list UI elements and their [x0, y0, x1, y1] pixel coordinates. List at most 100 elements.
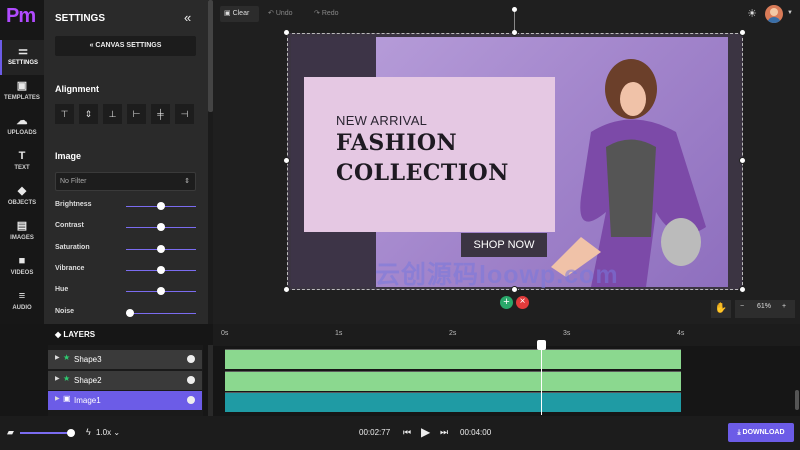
align-middle-icon[interactable]: ⇕	[79, 104, 98, 124]
align-bottom-icon[interactable]: ⊥	[103, 104, 122, 124]
resize-handle-br[interactable]	[739, 286, 746, 293]
slider-knob[interactable]	[126, 308, 134, 317]
slider-hue: Hue	[55, 285, 197, 297]
play-icon[interactable]: ▶	[421, 425, 430, 439]
skip-forward-icon[interactable]: ⏭	[440, 427, 448, 438]
rail-item-videos[interactable]: ■ VIDEOS	[0, 250, 44, 285]
rotate-connector	[514, 12, 515, 30]
chevron-down-icon[interactable]: ▼	[787, 10, 793, 16]
layer-row-shape3[interactable]: ▶ ★ Shape3	[48, 350, 202, 369]
expand-caret-icon[interactable]: ▶	[55, 395, 60, 402]
star-icon: ★	[63, 353, 71, 362]
slider-saturation: Saturation	[55, 243, 197, 255]
slider-label: Vibrance	[55, 264, 85, 272]
sliders-icon: ⚌	[18, 45, 28, 57]
track-area[interactable]	[225, 347, 681, 412]
slider-knob[interactable]	[157, 244, 165, 253]
slider-knob[interactable]	[157, 223, 165, 232]
speed-slider[interactable]	[20, 432, 72, 434]
editor-app: Pm ⚌ SETTINGS ▣ TEMPLATES ☁ UPLOADS T TEXT ◆ OBJE…	[0, 0, 800, 450]
current-time: 00:02:77	[359, 428, 391, 437]
resize-handle-bl[interactable]	[283, 286, 290, 293]
layers-title: LAYERS	[63, 330, 96, 339]
speed-select[interactable]: 1.0x ⌄	[96, 428, 120, 437]
star-icon: ★	[63, 373, 71, 383]
track-bar[interactable]	[225, 349, 681, 369]
align-right-icon[interactable]: ⊣	[175, 104, 194, 124]
zoom-level: 61%	[757, 303, 772, 310]
download-label: DOWNLOAD	[742, 429, 785, 436]
avatar[interactable]	[765, 5, 783, 23]
selection-box[interactable]	[287, 33, 743, 290]
rail-item-label: VIDEOS	[10, 270, 34, 276]
zoom-in-button[interactable]: +	[782, 303, 786, 310]
clock-icon[interactable]	[187, 396, 195, 404]
timeline-scrollbar[interactable]	[795, 390, 799, 410]
lightning-icon: ϟ	[86, 427, 91, 437]
timeline-tick-label: 1s	[335, 330, 343, 337]
clock-icon[interactable]	[187, 375, 195, 384]
filter-select[interactable]: No Filter ⇕	[55, 172, 196, 191]
download-button[interactable]: ⤓ DOWNLOAD	[728, 423, 794, 442]
layer-row-shape2[interactable]: ▶ ★ Shape2	[48, 370, 202, 390]
resize-handle-tl[interactable]	[283, 29, 290, 36]
rail-item-label: TEXT	[14, 165, 30, 171]
clear-button[interactable]: ▣ Clear	[220, 6, 259, 22]
add-icon[interactable]: +	[500, 296, 513, 309]
rail-item-text[interactable]: T TEXT	[0, 145, 44, 180]
layer-row-image1[interactable]: ▶ ▣ Image1	[48, 391, 202, 410]
expand-caret-icon[interactable]: ▶	[55, 354, 60, 361]
track-bar[interactable]	[225, 392, 681, 412]
skip-back-icon[interactable]: ⏮	[403, 427, 411, 438]
expand-caret-icon[interactable]: ▶	[55, 375, 60, 382]
playhead-handle[interactable]	[537, 340, 546, 350]
audio-icon: ≡	[18, 290, 26, 302]
theme-toggle-icon[interactable]: ☀	[745, 7, 759, 21]
resize-handle-right[interactable]	[739, 157, 746, 164]
zoom-out-button[interactable]: −	[740, 303, 744, 310]
align-left-icon[interactable]: ⊢	[127, 104, 146, 124]
hand-tool-icon[interactable]: ✋	[711, 300, 731, 318]
resize-handle-bottom[interactable]	[511, 286, 518, 293]
redo-button[interactable]: ↷ Redo	[310, 6, 346, 22]
delete-icon[interactable]: ×	[516, 296, 529, 309]
canvas-settings-button[interactable]: « CANVAS SETTINGS	[55, 36, 196, 56]
align-center-icon[interactable]: ╪	[151, 104, 170, 124]
rail-item-objects[interactable]: ◆ OBJECTS	[0, 180, 44, 215]
settings-panel: SETTINGS « « CANVAS SETTINGS Alignment ⊤…	[44, 0, 208, 324]
collapse-panel-icon[interactable]: «	[184, 10, 191, 25]
rail-item-uploads[interactable]: ☁ UPLOADS	[0, 110, 44, 145]
slider-label: Saturation	[55, 243, 90, 251]
rail-item-settings[interactable]: ⚌ SETTINGS	[0, 40, 44, 75]
settings-title: SETTINGS	[55, 13, 106, 24]
slider-label: Hue	[55, 286, 69, 294]
select-caret-icon: ⇕	[184, 178, 190, 185]
undo-button[interactable]: ↶ Undo	[264, 6, 302, 22]
filter-value: No Filter	[60, 178, 87, 185]
rail-item-templates[interactable]: ▣ TEMPLATES	[0, 75, 44, 110]
slider-track[interactable]	[126, 312, 196, 314]
slider-label: Brightness	[55, 201, 92, 208]
timeline-ruler[interactable]	[213, 324, 800, 346]
clock-icon[interactable]	[187, 355, 195, 363]
slider-knob[interactable]	[157, 265, 165, 274]
speed-slider-knob[interactable]	[67, 429, 75, 437]
resize-handle-tr[interactable]	[739, 29, 746, 36]
rail-item-label: SETTINGS	[7, 60, 38, 66]
rail-item-images[interactable]: ▤ IMAGES	[0, 215, 44, 250]
resize-handle-left[interactable]	[283, 157, 290, 164]
layers-scrollbar[interactable]	[208, 345, 213, 416]
rail-item-audio[interactable]: ≡ AUDIO	[0, 285, 44, 320]
slider-contrast: Contrast	[55, 221, 197, 233]
panel-scroll-thumb[interactable]	[208, 0, 213, 112]
resize-handle-top[interactable]	[511, 29, 518, 36]
playhead-line[interactable]	[541, 346, 542, 415]
slider-knob[interactable]	[157, 287, 165, 296]
slider-vibrance: Vibrance	[55, 264, 197, 276]
slider-knob[interactable]	[157, 202, 165, 210]
track-bar[interactable]	[225, 370, 681, 391]
align-top-icon[interactable]: ⊤	[55, 104, 74, 124]
total-time: 00:04:00	[460, 428, 492, 437]
panel-scrollbar[interactable]	[208, 0, 213, 324]
app-logo[interactable]: Pm	[6, 5, 38, 29]
